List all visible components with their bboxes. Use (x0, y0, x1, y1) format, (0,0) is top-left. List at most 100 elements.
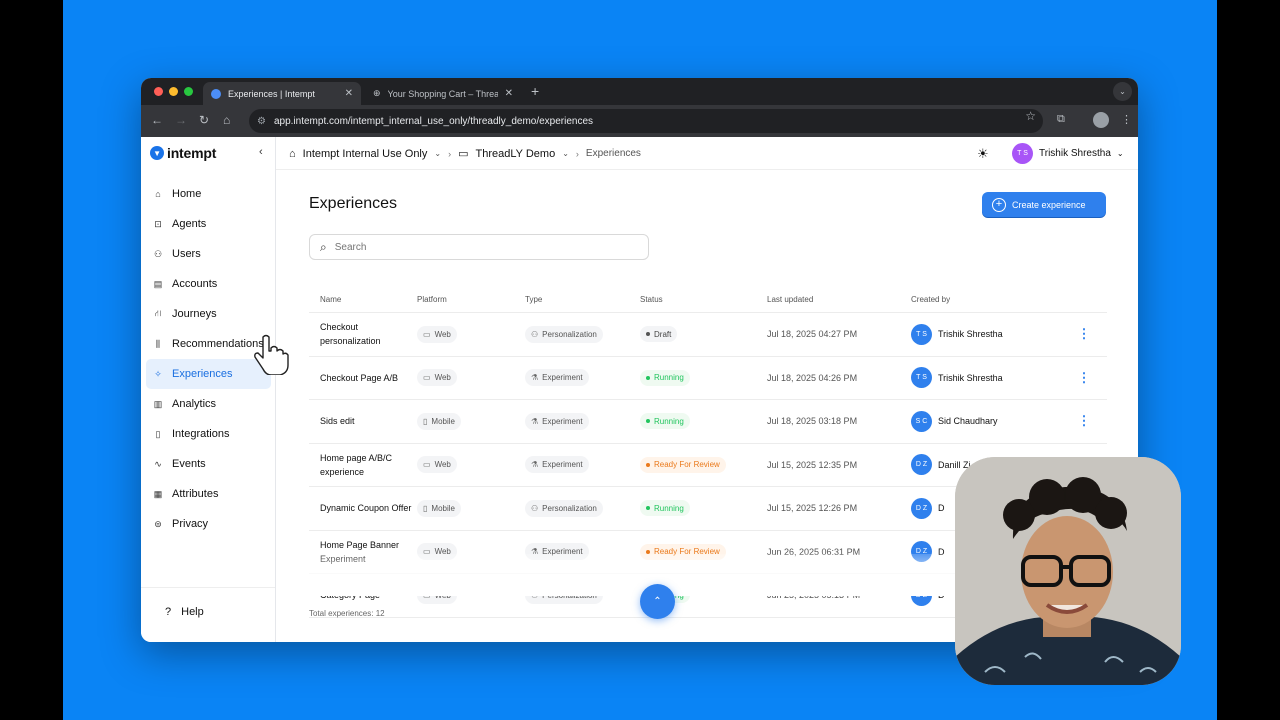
table-row[interactable]: Sids edit ▯ Mobile ⚗ Experiment Running Jul 18… (309, 400, 1107, 444)
type-cell: ⚇Personalization (525, 499, 640, 517)
type-cell: ⚗ Experiment (525, 456, 640, 474)
forward-icon[interactable]: → (175, 113, 187, 127)
collapse-sidebar-icon[interactable]: ‹ (259, 146, 263, 158)
platform-label: Mobile (431, 416, 455, 426)
creator-name: Trishik Shrestha (938, 372, 1003, 383)
sidebar-item-analytics[interactable]: ▥ Analytics (146, 389, 271, 419)
status-badge: Ready For Review (640, 456, 726, 473)
sidebar-item-privacy[interactable]: ⊜ Privacy (146, 509, 271, 539)
intempt-logo-icon: ▼ (150, 146, 164, 160)
more-options-icon[interactable]: ⋮ (1061, 413, 1107, 429)
webcam-overlay (955, 457, 1181, 685)
status-cell: Running (640, 369, 767, 386)
tab-experiences[interactable]: Experiences | Intempt ✕ (203, 82, 361, 105)
chevron-down-icon[interactable]: ⌄ (562, 149, 569, 158)
monitor-icon: ▭ (423, 329, 431, 339)
plus-circle-icon: + (992, 197, 1006, 212)
scroll-up-button[interactable]: ⌃ (640, 584, 675, 619)
column-header-type[interactable]: Type (525, 295, 640, 304)
experience-name[interactable]: Dynamic Coupon Offer (309, 501, 417, 515)
status-dot (646, 375, 650, 380)
sidebar-item-label: Agents (172, 218, 207, 230)
sidebar-item-journeys[interactable]: ⛙ Journeys (146, 299, 271, 329)
sidebar-item-accounts[interactable]: ▤ Accounts (146, 269, 271, 299)
breadcrumb-org[interactable]: Intempt Internal Use Only (303, 148, 428, 160)
status-dot (646, 419, 650, 424)
type-badge: ⚇Personalization (525, 499, 603, 517)
experience-name[interactable]: Checkout personalization (309, 320, 417, 348)
window-controls[interactable] (154, 87, 193, 96)
experience-name[interactable]: Sids edit (309, 414, 417, 428)
close-window-button[interactable] (154, 87, 163, 96)
close-tab-icon[interactable]: ✕ (505, 88, 513, 99)
table-row[interactable]: Checkout personalization ▭ Web ⚇ Personaliza… (309, 313, 1107, 357)
breadcrumb-project[interactable]: ThreadLY Demo (476, 148, 556, 160)
avatar: D Z (911, 497, 932, 519)
address-bar[interactable]: ⚙ app.intempt.com/intempt_internal_use_o… (249, 109, 1043, 133)
column-header-status[interactable]: Status (640, 295, 767, 304)
new-tab-button[interactable]: + (531, 83, 539, 99)
sidebar-item-home[interactable]: ⌂ Home (146, 179, 271, 209)
platform-cell: ▭Web (417, 456, 525, 474)
tab-shopping-cart[interactable]: ⊕ Your Shopping Cart – ThreadLY ✕ (365, 82, 521, 105)
sidebar-item-attributes[interactable]: ▦ Attributes (146, 479, 271, 509)
avatar: S C (911, 410, 932, 432)
back-icon[interactable]: ← (151, 113, 163, 127)
users-icon: ⚇ (153, 248, 163, 259)
tab-search-chevron-icon[interactable]: ⌄ (1113, 82, 1132, 101)
column-header-platform[interactable]: Platform (417, 295, 525, 304)
status-dot (646, 506, 650, 511)
search-input[interactable] (334, 241, 615, 253)
platform-label: Web (434, 329, 451, 339)
sidebar-item-events[interactable]: ∿ Events (146, 449, 271, 479)
url-text: app.intempt.com/intempt_internal_use_onl… (273, 115, 594, 127)
profile-avatar[interactable] (1093, 112, 1109, 128)
reload-icon[interactable]: ↻ (199, 113, 209, 127)
sidebar-item-integrations[interactable]: ▯ Integrations (146, 419, 271, 449)
more-options-icon[interactable]: ⋮ (1061, 326, 1107, 342)
close-tab-icon[interactable]: ✕ (345, 88, 353, 99)
theme-toggle-sun-icon[interactable]: ☀ (977, 146, 989, 162)
status-badge: Draft (640, 326, 678, 343)
last-updated: Jul 18, 2025 04:26 PM (767, 372, 858, 383)
creator-name: Trishik Shrestha (938, 329, 1003, 340)
tab-title: Experiences | Intempt (228, 88, 315, 99)
monitor-icon: ▭ (423, 373, 431, 383)
help-label: Help (181, 606, 204, 618)
site-settings-icon[interactable]: ⚙ (257, 116, 266, 127)
platform-badge: ▭Web (417, 325, 457, 343)
column-header-created-by[interactable]: Created by (911, 295, 1061, 304)
create-experience-button[interactable]: + Create experience (982, 192, 1106, 217)
hand-cursor-icon (254, 334, 289, 375)
intempt-logo[interactable]: ▼ intempt (150, 145, 216, 161)
sidebar-item-label: Recommendations (172, 338, 264, 350)
browser-menu-icon[interactable]: ⋮ (1121, 113, 1132, 126)
type-badge: ⚇Personalization (525, 325, 603, 343)
search-icon: ⌕ (320, 239, 327, 254)
table-row[interactable]: Checkout Page A/B ▭ Web ⚗ Experiment Running J… (309, 357, 1107, 400)
status-label: Draft (654, 329, 672, 339)
experience-name[interactable]: Checkout Page A/B (309, 371, 417, 385)
maximize-window-button[interactable] (184, 87, 193, 96)
status-cell: Ready For Review (640, 456, 767, 473)
sidebar-item-agents[interactable]: ⊡ Agents (146, 209, 271, 239)
experience-name[interactable]: Home page A/B/C experience (309, 451, 417, 479)
user-menu[interactable]: T S Trishik Shrestha ⌄ (1012, 143, 1124, 164)
home-nav-icon[interactable]: ⌂ (223, 113, 230, 127)
sidebar-item-label: Home (172, 188, 202, 200)
column-header-name[interactable]: Name (309, 293, 417, 307)
search-box[interactable]: ⌕ (309, 234, 649, 260)
more-options-icon[interactable]: ⋮ (1061, 370, 1107, 386)
sidebar-item-users[interactable]: ⚇ Users (146, 239, 271, 269)
type-cell: ⚇Personalization (525, 325, 640, 343)
intempt-favicon-icon (211, 88, 221, 99)
type-label: Experiment (542, 460, 583, 470)
status-dot (646, 332, 650, 337)
extensions-icon[interactable]: ⧉ (1057, 113, 1065, 126)
help-button[interactable]: ? Help (165, 606, 204, 618)
chevron-down-icon[interactable]: ⌄ (434, 149, 441, 158)
sidebar-item-label: Privacy (172, 518, 209, 530)
minimize-window-button[interactable] (169, 87, 178, 96)
bookmark-star-icon[interactable]: ☆ (1025, 109, 1036, 123)
column-header-last-updated[interactable]: Last updated (767, 295, 911, 304)
